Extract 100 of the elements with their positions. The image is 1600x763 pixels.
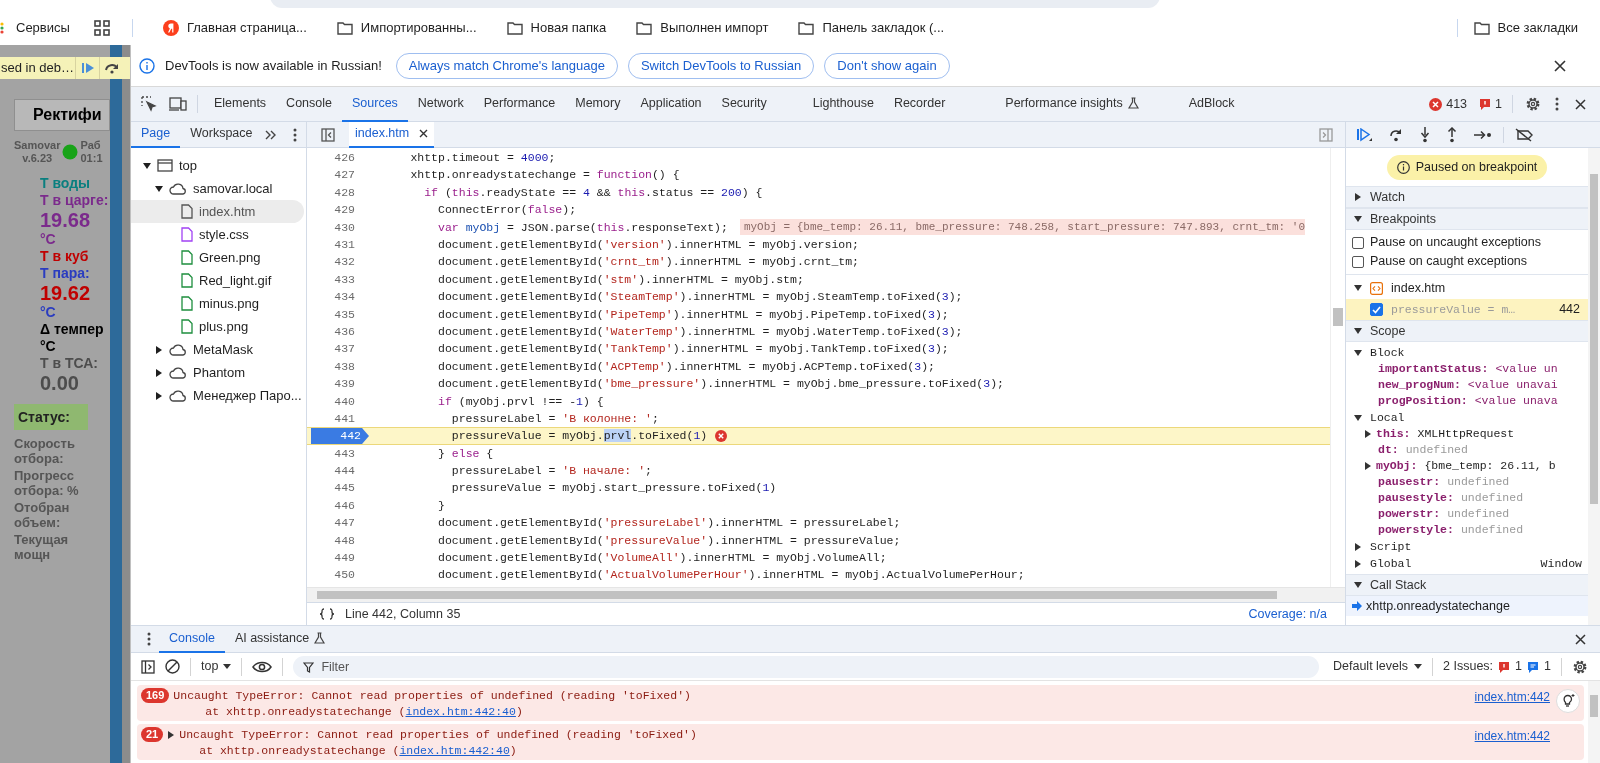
step-into-icon[interactable] bbox=[1420, 126, 1430, 143]
bookmark-link[interactable]: Сервисы bbox=[16, 17, 70, 38]
devtools-tab[interactable]: Console bbox=[276, 86, 342, 122]
scrollbar-thumb[interactable] bbox=[1333, 308, 1343, 326]
close-icon[interactable] bbox=[1554, 59, 1566, 72]
line-number[interactable]: 446 bbox=[334, 497, 369, 514]
breakpoint-entry[interactable]: pressureValue = m… 442 bbox=[1346, 299, 1588, 320]
sidebar-toggle-icon[interactable] bbox=[141, 659, 155, 674]
line-number[interactable]: 438 bbox=[334, 358, 369, 375]
collapsed-triangle-icon[interactable] bbox=[155, 368, 163, 377]
section-header[interactable]: Watch bbox=[1346, 186, 1588, 208]
tree-item[interactable]: plus.png bbox=[131, 315, 304, 338]
devtools-tab[interactable]: Memory bbox=[565, 86, 631, 122]
step-icon[interactable] bbox=[1474, 129, 1492, 140]
line-number[interactable]: 443 bbox=[334, 445, 369, 462]
line-number[interactable]: 437 bbox=[334, 341, 369, 357]
more-options-icon[interactable] bbox=[292, 127, 297, 142]
line-number[interactable]: 433 bbox=[334, 271, 369, 288]
expanded-triangle-icon[interactable] bbox=[143, 161, 151, 170]
sidebar-toggle-icon[interactable] bbox=[1319, 127, 1333, 142]
bookmark-link[interactable]: Все закладки bbox=[1497, 17, 1578, 38]
checkbox[interactable] bbox=[1370, 303, 1383, 316]
section-header[interactable]: Scope bbox=[1346, 320, 1588, 342]
source-link[interactable]: index.htm:442:40 bbox=[405, 705, 516, 718]
drawer-tab[interactable]: AI assistance bbox=[224, 625, 336, 653]
file-tab[interactable]: index.htm bbox=[349, 121, 435, 148]
step-out-icon[interactable] bbox=[1447, 126, 1457, 143]
collapsed-triangle-icon[interactable] bbox=[155, 391, 163, 400]
bookmark-link[interactable]: Главная страница... bbox=[186, 17, 307, 38]
clear-console-icon[interactable] bbox=[165, 659, 180, 674]
line-number[interactable]: 450 bbox=[334, 567, 369, 584]
settings-icon[interactable] bbox=[1572, 658, 1588, 675]
deactivate-breakpoints-icon[interactable] bbox=[1515, 127, 1533, 142]
scrollbar-thumb[interactable] bbox=[1590, 695, 1598, 717]
devtools-tab[interactable]: Performance insights bbox=[995, 86, 1179, 122]
collapsed-triangle-icon[interactable] bbox=[167, 731, 176, 739]
inspect-element-icon[interactable] bbox=[141, 96, 157, 112]
tree-item[interactable]: MetaMask bbox=[131, 338, 304, 361]
line-number[interactable]: 430 bbox=[334, 219, 369, 236]
scope-variable[interactable]: this: XMLHttpRequest bbox=[1376, 425, 1515, 443]
tree-item[interactable]: minus.png bbox=[131, 292, 304, 315]
scope-variable[interactable]: importantStatus: <value un bbox=[1378, 360, 1558, 378]
expanded-triangle-icon[interactable] bbox=[1354, 327, 1362, 335]
devtools-tab[interactable]: Network bbox=[407, 86, 474, 122]
line-number[interactable]: 442 bbox=[311, 427, 369, 444]
lightbulb-icon[interactable] bbox=[1556, 689, 1580, 713]
line-number[interactable]: 435 bbox=[334, 306, 369, 323]
scope-variable[interactable]: powerstr: undefined bbox=[1378, 505, 1510, 523]
tree-item[interactable]: index.htm bbox=[131, 200, 304, 223]
source-link[interactable]: index.htm:442 bbox=[1474, 727, 1550, 745]
letter-circle-icon[interactable] bbox=[162, 19, 179, 36]
tree-item[interactable]: Менеджер Паро... bbox=[131, 384, 304, 407]
line-number[interactable]: 448 bbox=[334, 532, 369, 549]
expanded-triangle-icon[interactable] bbox=[155, 184, 163, 193]
scope-variable[interactable]: powerstyle: undefined bbox=[1378, 521, 1524, 539]
checkbox[interactable] bbox=[1352, 236, 1364, 249]
step-over-icon[interactable] bbox=[103, 62, 120, 74]
tree-item[interactable]: Red_light.gif bbox=[131, 269, 304, 292]
close-icon[interactable] bbox=[1575, 633, 1586, 645]
line-number[interactable]: 436 bbox=[334, 323, 369, 340]
devtools-tab[interactable]: Security bbox=[711, 86, 803, 122]
scope-variable[interactable]: myObj: {bme_temp: 26.11, b bbox=[1376, 457, 1556, 475]
scope-variable[interactable]: new_progNum: <value unavai bbox=[1378, 376, 1558, 394]
scope-variable[interactable]: dt: undefined bbox=[1378, 441, 1468, 459]
devtools-tab[interactable]: AdBlock bbox=[1178, 86, 1245, 122]
bookmark-link[interactable]: Импортированны... bbox=[360, 17, 477, 38]
context-dropdown[interactable]: top bbox=[201, 657, 232, 676]
collapsed-triangle-icon[interactable] bbox=[1364, 430, 1372, 438]
scrollbar-thumb[interactable] bbox=[1590, 174, 1598, 504]
expanded-triangle-icon[interactable] bbox=[1354, 348, 1362, 357]
resume-icon[interactable] bbox=[80, 62, 95, 74]
tree-item[interactable]: style.css bbox=[131, 223, 304, 246]
devtools-tab[interactable]: Elements bbox=[204, 86, 277, 122]
bookmark-link[interactable]: Новая папка bbox=[530, 17, 607, 38]
infobar-button[interactable]: Don't show again bbox=[824, 52, 950, 79]
tree-item[interactable]: top bbox=[131, 154, 304, 177]
expanded-triangle-icon[interactable] bbox=[1354, 581, 1362, 589]
navigator-tab[interactable]: Page bbox=[131, 121, 181, 148]
collapsed-triangle-icon[interactable] bbox=[1364, 462, 1372, 470]
collapsed-triangle-icon[interactable] bbox=[1354, 193, 1362, 201]
apps-grid-icon[interactable] bbox=[93, 19, 110, 36]
step-over-icon[interactable] bbox=[1389, 127, 1403, 142]
line-number[interactable]: 427 bbox=[334, 167, 369, 184]
line-number[interactable]: 440 bbox=[334, 393, 369, 410]
more-options-icon[interactable] bbox=[147, 632, 151, 646]
scope-group[interactable]: Script bbox=[1346, 538, 1588, 555]
tree-item[interactable]: Green.png bbox=[131, 246, 304, 269]
breakpoint-file[interactable]: index.htm bbox=[1391, 278, 1446, 298]
tree-item[interactable]: samovar.local bbox=[131, 177, 304, 200]
issue-count[interactable]: 1 bbox=[1515, 657, 1523, 676]
bookmark-link[interactable]: Панель закладок (... bbox=[822, 17, 945, 38]
filter-field[interactable]: Filter bbox=[293, 655, 1319, 678]
devtools-tab[interactable]: Performance bbox=[473, 86, 566, 122]
more-options-icon[interactable] bbox=[1555, 97, 1559, 111]
devtools-tab[interactable]: Application bbox=[630, 86, 712, 122]
drawer-tab[interactable]: Console bbox=[159, 625, 225, 653]
scope-group[interactable]: Block bbox=[1346, 344, 1588, 361]
scope-group[interactable]: Local bbox=[1346, 409, 1588, 426]
issue-count[interactable]: 1 bbox=[1544, 657, 1551, 676]
resume-icon[interactable] bbox=[1356, 127, 1372, 142]
